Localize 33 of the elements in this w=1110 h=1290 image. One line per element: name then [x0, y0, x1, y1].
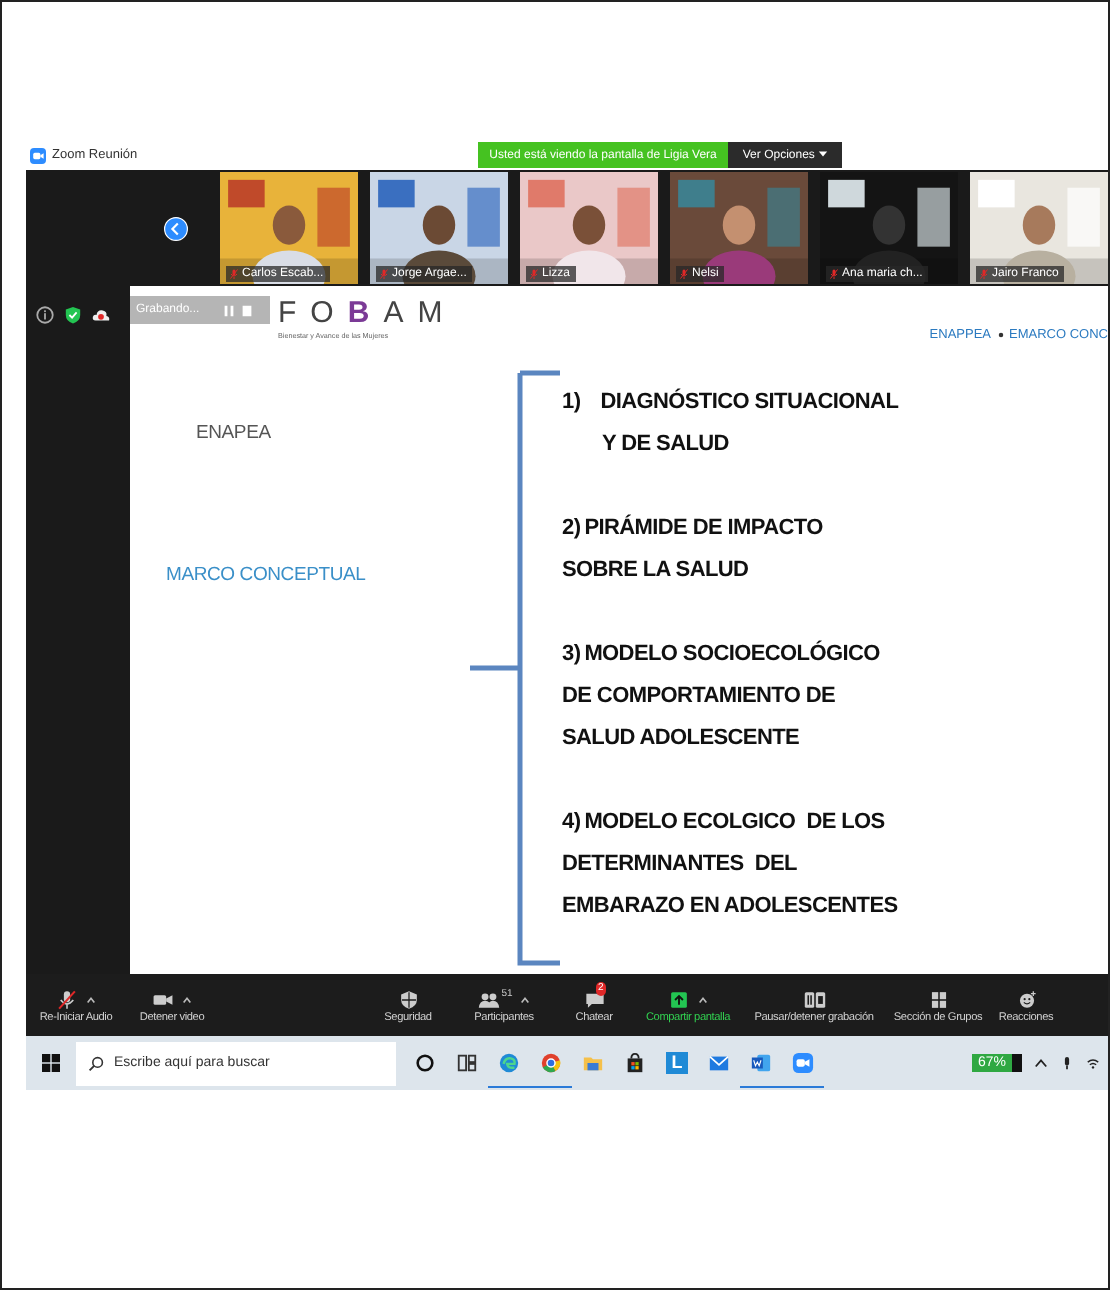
grid-icon — [927, 989, 949, 1009]
logo-letter: O — [310, 298, 334, 330]
camera-icon — [152, 989, 174, 1009]
caret-icon[interactable] — [86, 995, 96, 1003]
wifi-icon[interactable] — [1086, 1056, 1100, 1070]
logo-letter: F — [278, 298, 297, 330]
caret-icon[interactable] — [182, 995, 192, 1003]
caret-icon[interactable] — [1034, 1056, 1048, 1070]
smiley-icon — [1015, 989, 1037, 1009]
cloud-record-icon[interactable] — [92, 306, 110, 324]
mic-off-icon — [56, 989, 78, 1009]
shield-icon[interactable] — [64, 306, 82, 324]
list-item: 1) DIAGNÓSTICO SITUACIONAL Y DE SALUD — [562, 386, 899, 460]
windows-start-icon[interactable] — [42, 1054, 60, 1072]
search-icon — [88, 1055, 104, 1071]
list-item: 3) MODELO SOCIOECOLÓGICO DE COMPORTAMIENTO DE SALUD ADOLESCENTE — [562, 638, 882, 754]
caret-icon[interactable] — [520, 995, 531, 1003]
dropdown-caret-icon — [818, 149, 829, 158]
info-icon[interactable] — [36, 306, 54, 324]
section-label: MARCO CONCEPTUAL — [166, 564, 366, 586]
bullet-icon — [997, 332, 1004, 338]
section-label: ENAPEA — [196, 422, 271, 444]
logo-letter: A — [383, 298, 404, 330]
share-icon — [668, 989, 690, 1009]
caret-icon[interactable] — [698, 995, 708, 1003]
list-item: 4) MODELO ECOLGICO DE LOS DETERMINANTES DEL EMBARAZO EN ADOLESCENTES — [562, 808, 899, 922]
chat-icon — [583, 989, 605, 1009]
logo-letter: B — [347, 298, 370, 330]
logo-letter: M — [417, 298, 443, 330]
shield-icon — [397, 989, 419, 1009]
people-icon — [477, 989, 500, 1009]
list-item: 2) PIRÁMIDE DE IMPACTO SOBRE LA SALUD — [562, 512, 825, 586]
pause-stop-icon — [803, 989, 825, 1009]
